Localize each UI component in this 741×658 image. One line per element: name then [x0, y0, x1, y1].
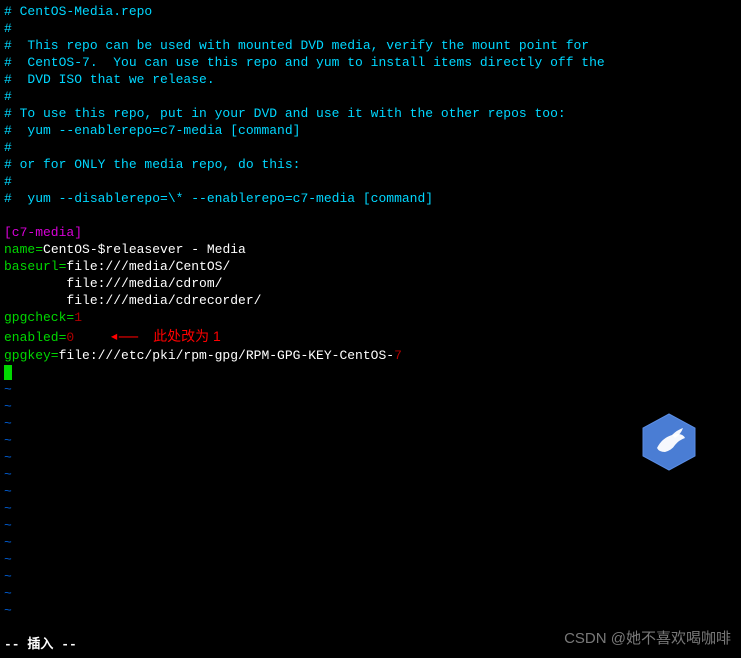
key: name= [4, 242, 43, 257]
key: gpgkey= [4, 348, 59, 363]
config-name: name=CentOS-$releasever - Media [4, 242, 737, 259]
empty-line-tilde: ~ [4, 518, 737, 535]
config-baseurl-cont: file:///media/cdrom/ [4, 276, 737, 293]
empty-line-tilde: ~ [4, 382, 737, 399]
comment-line: # [4, 140, 737, 157]
comment-line: # [4, 89, 737, 106]
config-gpgcheck: gpgcheck=1 [4, 310, 737, 327]
comment-line: # CentOS-7. You can use this repo and yu… [4, 55, 737, 72]
empty-line-tilde: ~ [4, 586, 737, 603]
key: gpgcheck= [4, 310, 74, 325]
cursor-icon [4, 365, 12, 380]
empty-line-tilde: ~ [4, 535, 737, 552]
comment-line: # [4, 174, 737, 191]
comment-line: # yum --disablerepo=\* --enablerepo=c7-m… [4, 191, 737, 208]
comment-line: # DVD ISO that we release. [4, 72, 737, 89]
bird-logo-icon [637, 410, 701, 474]
empty-line-tilde: ~ [4, 552, 737, 569]
config-gpgkey: gpgkey=file:///etc/pki/rpm-gpg/RPM-GPG-K… [4, 348, 737, 365]
section-header: [c7-media] [4, 225, 737, 242]
value: 0 [66, 330, 74, 345]
value: file:///etc/pki/rpm-gpg/RPM-GPG-KEY-Cent… [59, 348, 394, 363]
empty-line-tilde: ~ [4, 467, 737, 484]
empty-line-tilde: ~ [4, 603, 737, 620]
cursor-line [4, 365, 737, 382]
config-baseurl-cont: file:///media/cdrecorder/ [4, 293, 737, 310]
value: file:///media/CentOS/ [66, 259, 230, 274]
empty-line-tilde: ~ [4, 416, 737, 433]
empty-line-tilde: ~ [4, 501, 737, 518]
comment-line: # This repo can be used with mounted DVD… [4, 38, 737, 55]
blank-line [4, 208, 737, 225]
vim-status: -- 插入 -- [4, 637, 77, 654]
config-enabled: enabled=0 ◂—— 此处改为 1 [4, 327, 737, 348]
key: enabled= [4, 330, 66, 345]
config-baseurl: baseurl=file:///media/CentOS/ [4, 259, 737, 276]
key: baseurl= [4, 259, 66, 274]
arrow-icon: ◂—— [109, 328, 138, 346]
comment-line: # CentOS-Media.repo [4, 4, 737, 21]
watermark-text: CSDN @她不喜欢喝咖啡 [564, 629, 731, 649]
value: CentOS-$releasever - Media [43, 242, 246, 257]
value-suffix: 7 [394, 348, 402, 363]
empty-line-tilde: ~ [4, 569, 737, 586]
comment-line: # To use this repo, put in your DVD and … [4, 106, 737, 123]
empty-line-tilde: ~ [4, 433, 737, 450]
comment-line: # or for ONLY the media repo, do this: [4, 157, 737, 174]
value: 1 [74, 310, 82, 325]
empty-line-tilde: ~ [4, 450, 737, 467]
empty-line-tilde: ~ [4, 399, 737, 416]
annotation-text: 此处改为 1 [153, 328, 221, 344]
empty-line-tilde: ~ [4, 484, 737, 501]
comment-line: # [4, 21, 737, 38]
terminal-editor[interactable]: # CentOS-Media.repo # # This repo can be… [4, 4, 737, 620]
comment-line: # yum --enablerepo=c7-media [command] [4, 123, 737, 140]
